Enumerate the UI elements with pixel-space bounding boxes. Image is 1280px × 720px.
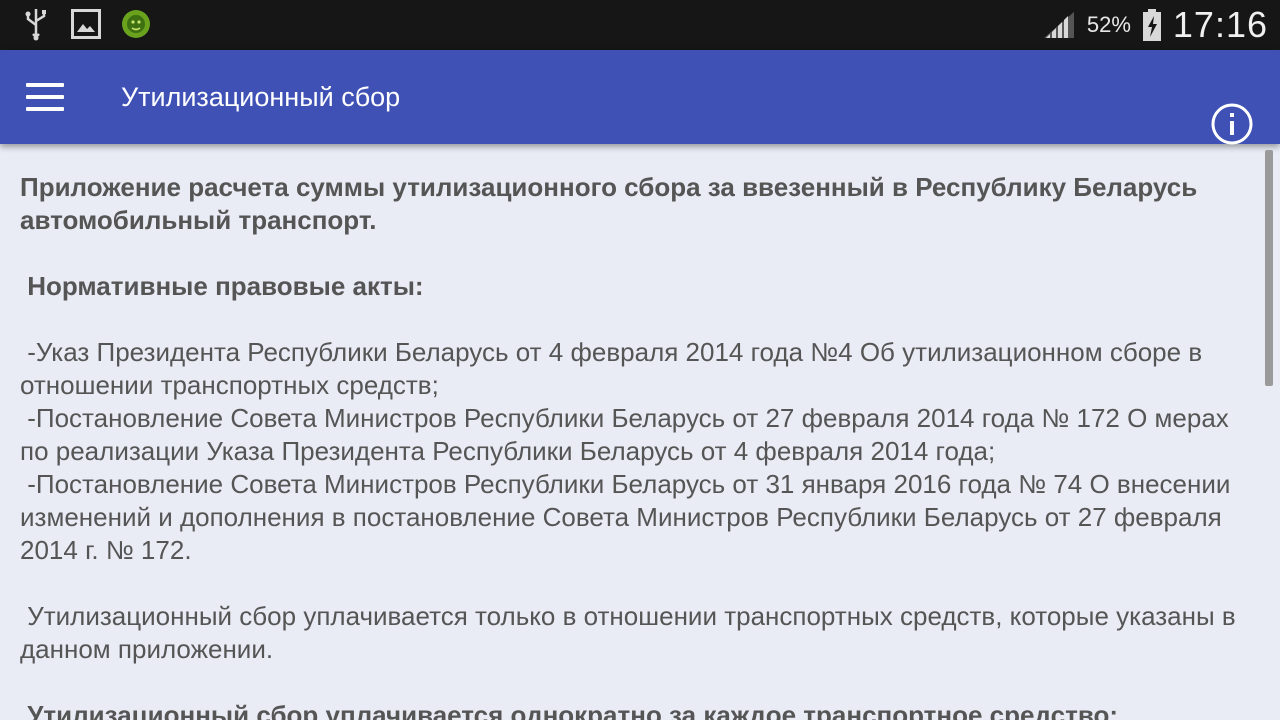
- battery-percent: 52%: [1086, 12, 1131, 37]
- menu-button[interactable]: [26, 72, 86, 122]
- scrollbar[interactable]: [1265, 150, 1273, 386]
- note-text-2: Утилизационный сбор уплачивается однокра…: [20, 700, 1119, 720]
- hamburger-menu-icon: [26, 83, 64, 87]
- clock: 17:16: [1172, 4, 1268, 45]
- act-item-3: -Постановление Совета Министров Республи…: [20, 469, 1238, 565]
- act-item-1: -Указ Президента Республики Беларусь от …: [20, 337, 1210, 400]
- info-icon: [1211, 103, 1253, 145]
- acts-heading: Нормативные правовые акты:: [20, 271, 424, 301]
- description-content: Приложение расчета суммы утилизационного…: [0, 144, 1280, 720]
- app-lion-icon: [120, 8, 152, 40]
- app-bar: Утилизационный сбор: [0, 50, 1280, 145]
- signal-icon: [1041, 9, 1077, 41]
- note-text-1: Утилизационный сбор уплачивается только …: [20, 601, 1243, 664]
- act-item-2: -Постановление Совета Министров Республи…: [20, 403, 1237, 466]
- image-icon: [70, 8, 102, 40]
- info-button[interactable]: [1208, 100, 1256, 148]
- usb-icon: [20, 8, 52, 41]
- status-bar: 52% 17:16: [0, 0, 1280, 50]
- intro-text: Приложение расчета суммы утилизационного…: [20, 172, 1198, 235]
- battery-charging-icon: [1141, 9, 1163, 41]
- page-title: Утилизационный сбор: [121, 82, 401, 112]
